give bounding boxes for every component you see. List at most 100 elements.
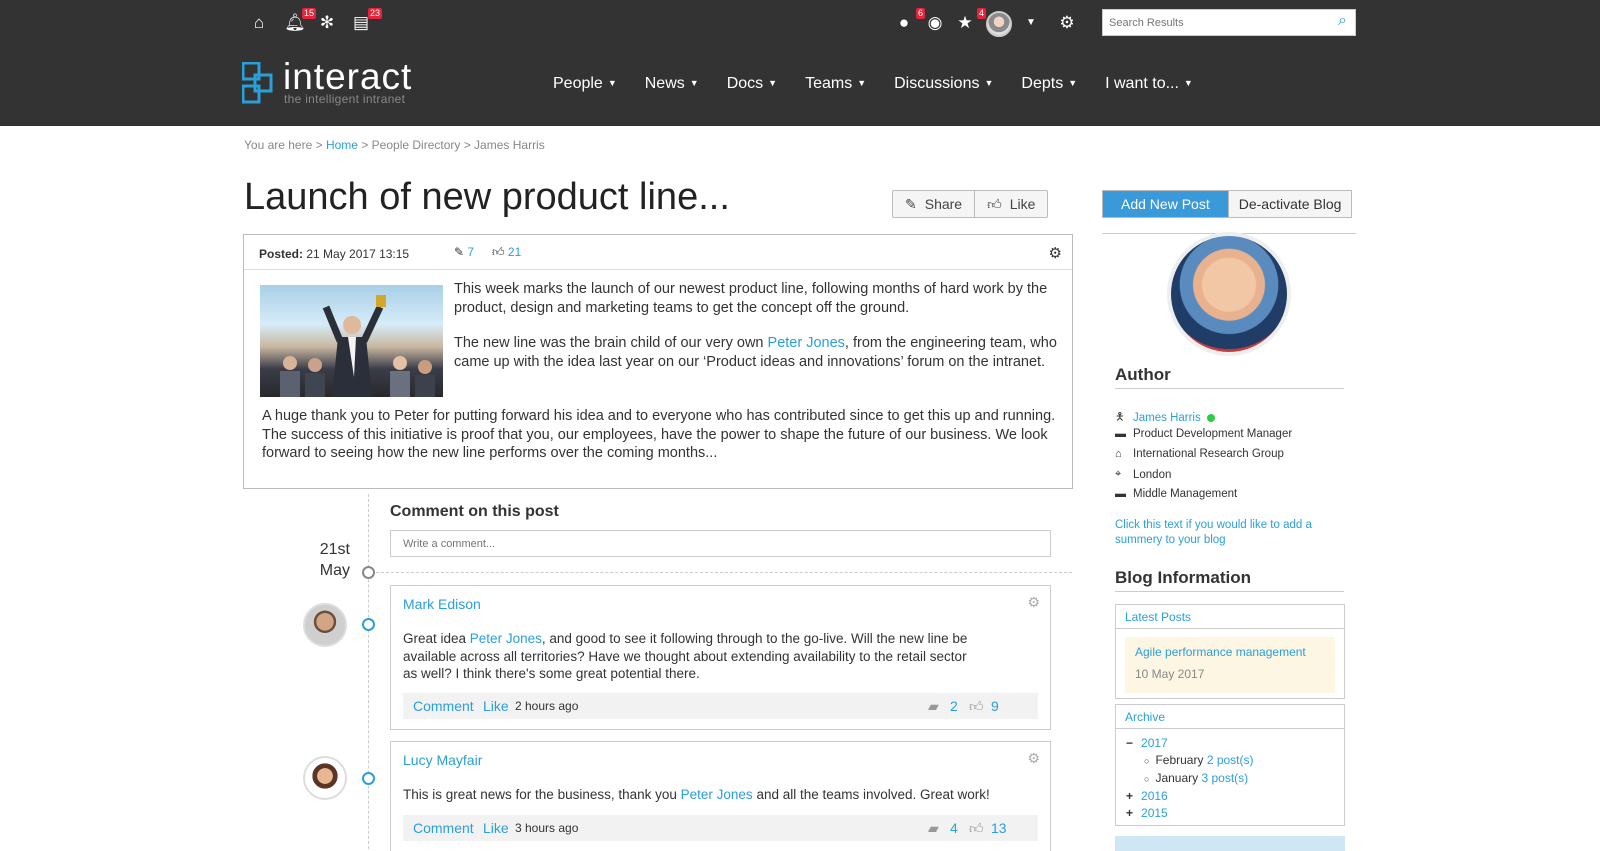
gear-icon[interactable]: ⚙	[1056, 12, 1078, 34]
post-meta: Posted: 21 May 2017 13:15 ✎ 7 👍︎ 21 ⚙	[244, 235, 1072, 270]
author-heading: Author	[1115, 365, 1344, 389]
notifications-badge: 15	[301, 8, 316, 19]
bullet-icon: ○	[1144, 774, 1150, 784]
nav-teams[interactable]: Teams ▼	[805, 75, 866, 93]
person-icon: 🯅	[1115, 411, 1125, 423]
alerts-icon[interactable]: ● 6	[893, 8, 925, 34]
tasks-icon[interactable]: ▤ 23	[350, 8, 382, 34]
blog-post: Posted: 21 May 2017 13:15 ✎ 7 👍︎ 21 ⚙ Th…	[243, 234, 1073, 489]
user-avatar[interactable]	[986, 11, 1012, 37]
thumbs-up-icon: 👍︎	[969, 698, 984, 714]
latest-post-title[interactable]: Agile performance management	[1135, 645, 1306, 659]
comment-author[interactable]: Mark Edison	[403, 596, 481, 612]
expand-icon: +	[1126, 789, 1134, 803]
timeline-divider	[376, 572, 1072, 573]
likes-count[interactable]: 👍︎ 21	[492, 245, 521, 260]
star-icon[interactable]: ★ 4	[954, 8, 986, 34]
blog-summary-hint[interactable]: Click this text if you would like to add…	[1115, 518, 1340, 548]
chevron-down-icon: ▼	[857, 78, 867, 88]
sidebar-panel-partial	[1115, 836, 1345, 851]
timeline-dot	[362, 618, 375, 631]
comment-actions: Comment Like 3 hours ago ▰ 4 👍︎ 13	[403, 815, 1038, 841]
likes-count[interactable]: 9	[991, 698, 999, 714]
archive-month-january[interactable]: ○ January 3 post(s)	[1126, 770, 1336, 788]
page-title: Launch of new product line...	[244, 176, 730, 218]
author-level-row: ▬ Middle Management	[1115, 488, 1238, 500]
avatar[interactable]	[303, 756, 347, 800]
blog-actions: Add New Post De-activate Blog	[1102, 190, 1353, 218]
chevron-down-icon: ▼	[1068, 78, 1078, 88]
latest-posts-label[interactable]: Latest Posts	[1116, 605, 1344, 629]
nav-people[interactable]: People ▼	[553, 75, 617, 93]
thumbs-up-icon: 👍︎	[969, 820, 984, 836]
thumbs-up-icon: 👍︎	[987, 196, 1002, 212]
like-button[interactable]: 👍︎ Like	[975, 191, 1047, 217]
post-actions: ✎ Share 👍︎ Like	[892, 190, 1049, 218]
archive-month-february[interactable]: ○ February 2 post(s)	[1126, 752, 1336, 770]
comment-time: 3 hours ago	[515, 821, 579, 835]
post-date: 21 May 2017 13:15	[306, 247, 410, 261]
share-button[interactable]: ✎ Share	[893, 191, 976, 217]
archive-year-2017[interactable]: −2017	[1126, 735, 1336, 752]
comment-heading: Comment on this post	[390, 503, 559, 520]
chevron-down-icon: ▼	[689, 78, 699, 88]
notifications-bell-icon[interactable]: 🔔︎ 15	[284, 8, 316, 34]
interact-logo-icon[interactable]	[242, 62, 274, 104]
replies-count[interactable]: 4	[950, 820, 958, 836]
comment-author[interactable]: Lucy Mayfair	[403, 752, 482, 768]
settings-gear-icon[interactable]: ✻	[316, 12, 338, 34]
chevron-down-icon: ▼	[607, 78, 617, 88]
comment-like-link[interactable]: Like	[483, 698, 509, 714]
author-avatar[interactable]	[1167, 232, 1291, 356]
search-input[interactable]	[1103, 10, 1323, 35]
replies-count[interactable]: 2	[950, 698, 958, 714]
mention-link[interactable]: Peter Jones	[470, 631, 542, 646]
likes-count[interactable]: 13	[991, 820, 1007, 836]
mention-link[interactable]: Peter Jones	[768, 335, 845, 351]
edits-count[interactable]: ✎ 7	[454, 245, 474, 259]
gear-icon[interactable]: ⚙	[1027, 750, 1040, 767]
post-image	[260, 285, 443, 397]
chevron-down-icon: ▼	[1183, 78, 1193, 88]
comment-actions: Comment Like 2 hours ago ▰ 2 👍︎ 9	[403, 693, 1038, 719]
add-new-post-button[interactable]: Add New Post	[1103, 191, 1228, 217]
nav-i-want-to[interactable]: I want to... ▼	[1105, 75, 1193, 93]
nav-discussions[interactable]: Discussions ▼	[894, 75, 993, 93]
eye-icon[interactable]: ◉	[924, 12, 946, 34]
author-name-link[interactable]: James Harris	[1133, 412, 1201, 424]
comment-like-link[interactable]: Like	[483, 820, 509, 836]
latest-post-item[interactable]: Agile performance management 10 May 2017	[1125, 637, 1335, 693]
avatar[interactable]	[303, 603, 347, 647]
chevron-down-icon[interactable]: ▼	[1020, 12, 1042, 34]
bullet-icon: ○	[1144, 756, 1150, 766]
archive-year-2015[interactable]: +2015	[1126, 805, 1336, 822]
replies-icon: ▰	[928, 820, 939, 836]
comment-reply-link[interactable]: Comment	[413, 698, 474, 714]
mention-link[interactable]: Peter Jones	[681, 787, 753, 802]
logo-tagline: the intelligent intranet	[284, 92, 406, 106]
deactivate-blog-button[interactable]: De-activate Blog	[1227, 191, 1352, 217]
home-icon[interactable]: ⌂	[248, 12, 270, 34]
breadcrumb-home-link[interactable]: Home	[326, 138, 358, 152]
search-box: ⌕	[1102, 9, 1356, 36]
thumbs-up-icon: 👍︎	[492, 245, 505, 259]
nav-news[interactable]: News ▼	[645, 75, 699, 93]
search-icon[interactable]: ⌕	[1338, 12, 1347, 30]
nav-depts[interactable]: Depts ▼	[1021, 75, 1077, 93]
comment-reply-link[interactable]: Comment	[413, 820, 474, 836]
nav-docs[interactable]: Docs ▼	[727, 75, 777, 93]
timeline-date: 21st May	[319, 541, 350, 579]
author-location-row: ⌖ London	[1115, 468, 1172, 481]
post-paragraph-3: A huge thank you to Peter for putting fo…	[262, 408, 1056, 461]
expand-icon: +	[1126, 806, 1134, 820]
collapse-icon: −	[1126, 736, 1134, 750]
post-settings-gear-icon[interactable]: ⚙	[1049, 244, 1062, 262]
blog-info-heading: Blog Information	[1115, 568, 1344, 592]
comment-input[interactable]	[390, 530, 1051, 557]
archive-label[interactable]: Archive	[1116, 705, 1344, 729]
location-pin-icon: ⌖	[1115, 468, 1122, 480]
gear-icon[interactable]: ⚙	[1027, 594, 1040, 611]
logo-name[interactable]: interact	[283, 58, 412, 96]
archive-panel: Archive −2017 ○ February 2 post(s) ○ Janua…	[1115, 704, 1345, 826]
archive-year-2016[interactable]: +2016	[1126, 788, 1336, 805]
